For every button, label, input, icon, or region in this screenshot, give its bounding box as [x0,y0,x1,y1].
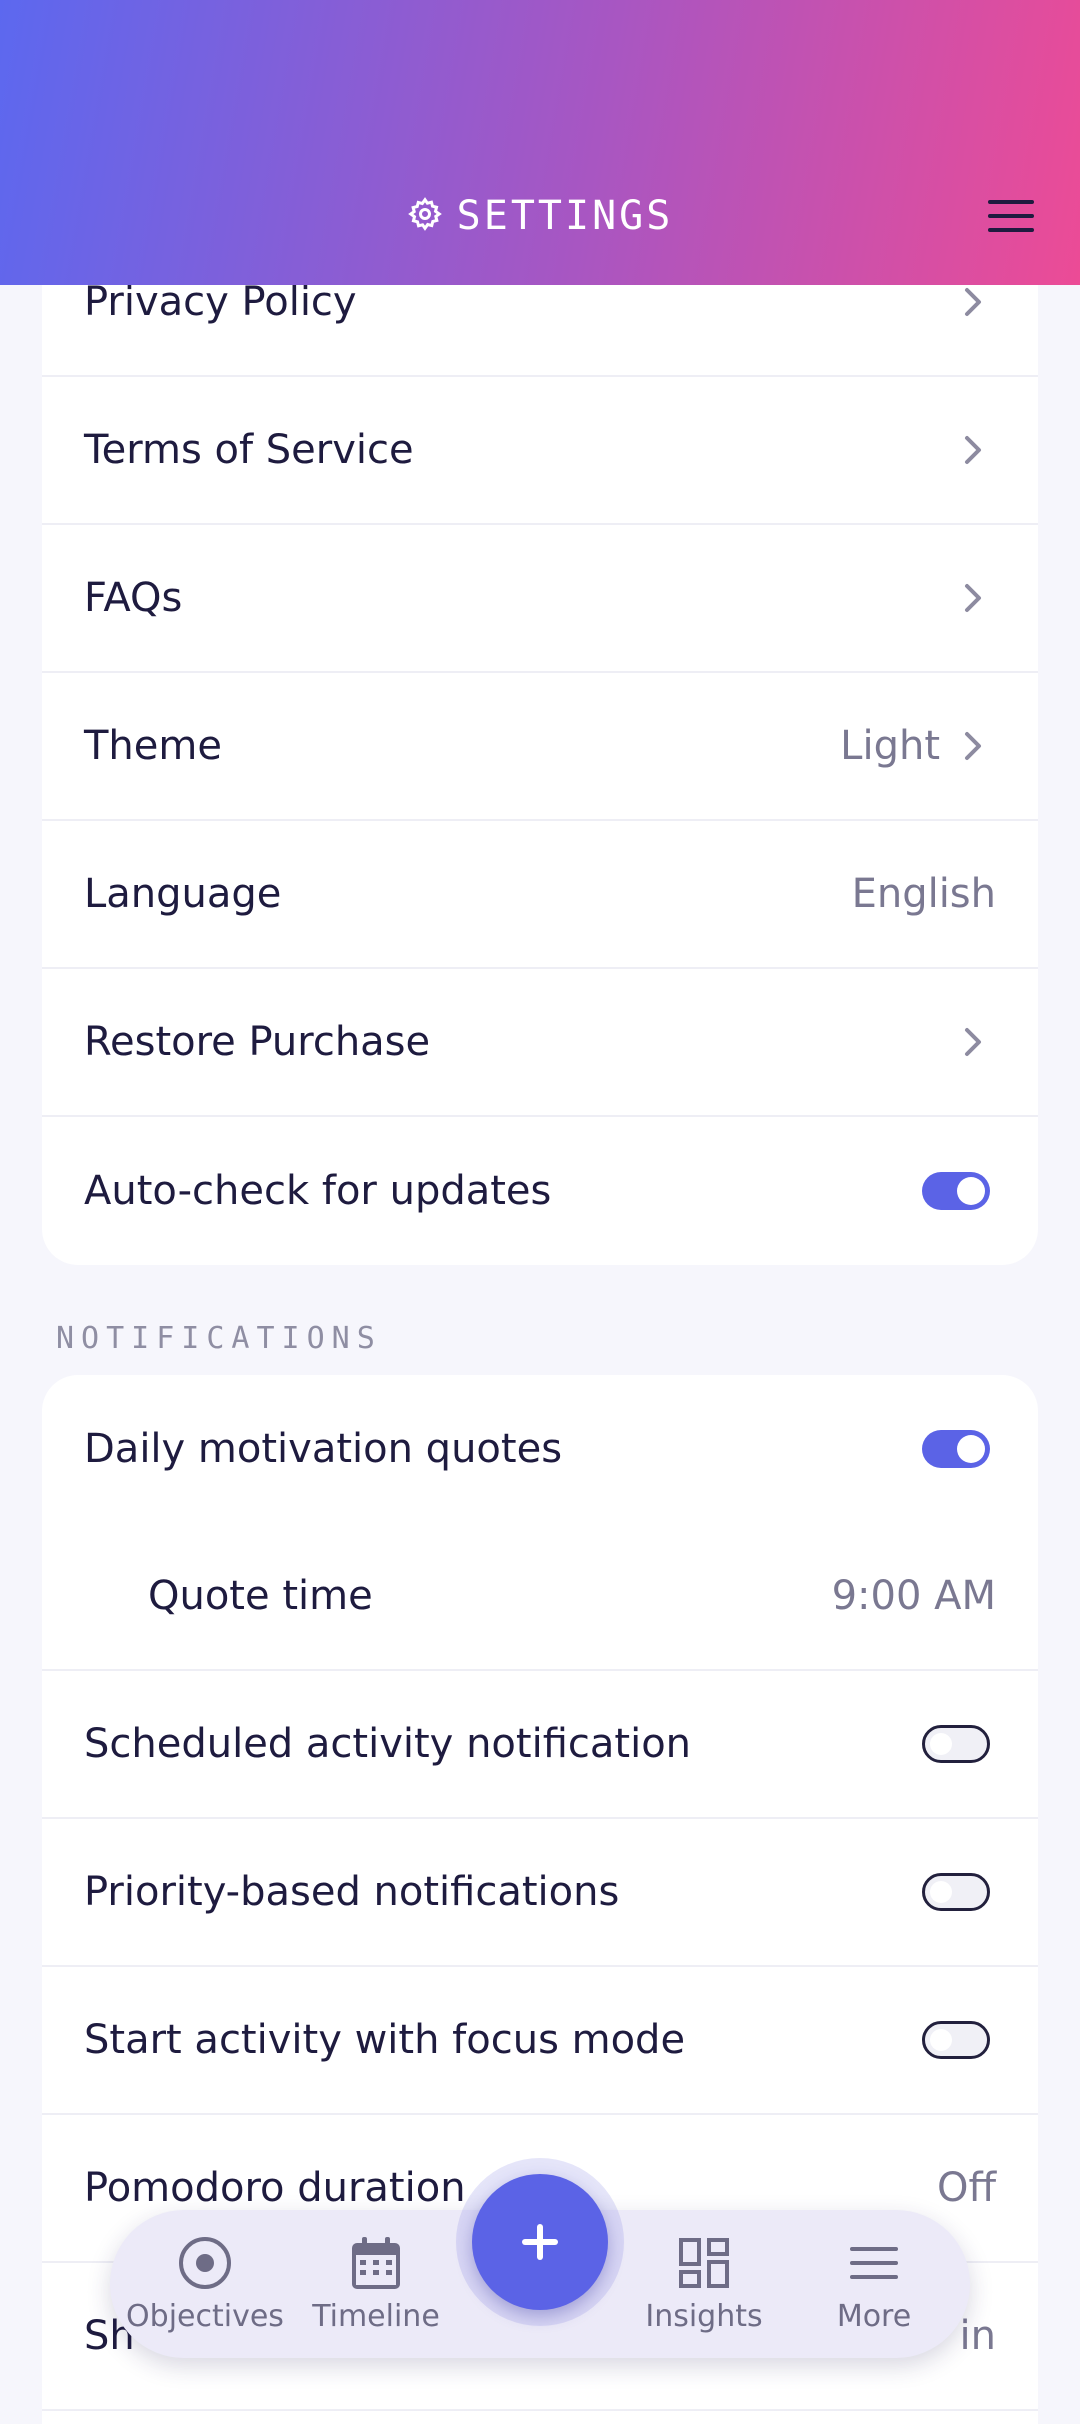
chevron-right-icon [958,726,988,766]
row-label: Restore Purchase [84,1019,431,1065]
faqs-row[interactable]: FAQs [42,525,1038,673]
chevron-right-icon [958,1022,988,1062]
dashboard-icon [679,2237,729,2288]
row-label: Privacy Policy [84,285,357,325]
auto-check-updates-toggle[interactable] [922,1172,990,1210]
notifications-section-title: NOTIFICATIONS [56,1321,382,1356]
restore-purchase-row[interactable]: Restore Purchase [42,969,1038,1117]
nav-objectives[interactable]: Objectives [125,2210,285,2358]
nav-label: More [836,2298,912,2334]
hamburger-menu-button[interactable] [986,196,1036,236]
priority-notifications-row: Priority-based notifications [42,1819,1038,1967]
page-title: SETTINGS [456,193,674,239]
nav-more[interactable]: More [794,2210,954,2358]
chevron-right-icon [958,430,988,470]
app-header: SETTINGS [0,0,1080,285]
gear-icon [407,196,443,236]
plus-icon [522,2224,558,2260]
row-label: Priority-based notifications [84,1869,620,1915]
quote-time-row[interactable]: Quote time 9:00 AM [42,1523,1038,1671]
nav-insights[interactable]: Insights [624,2210,784,2358]
row-label: Theme [84,723,222,769]
scheduled-activity-toggle[interactable] [922,1725,990,1763]
scheduled-activity-row: Scheduled activity notification [42,1671,1038,1819]
nav-label: Insights [645,2298,763,2334]
chevron-right-icon [958,285,988,322]
daily-quotes-row: Daily motivation quotes [42,1375,1038,1523]
privacy-policy-row[interactable]: Privacy Policy [42,285,1038,377]
calendar-icon [352,2236,400,2289]
auto-check-updates-row: Auto-check for updates [42,1117,1038,1265]
row-label: Scheduled activity notification [84,1721,692,1767]
nav-label: Timeline [312,2298,440,2334]
general-settings-card: Privacy Policy Terms of Service FAQs The… [42,285,1038,1265]
add-button[interactable] [472,2174,608,2310]
row-label: Daily motivation quotes [84,1426,563,1472]
nav-label: Objectives [126,2298,284,2334]
row-label: FAQs [84,575,183,621]
row-label: Language [84,871,282,917]
settings-scroll-area[interactable]: Privacy Policy Terms of Service FAQs The… [0,285,1080,2424]
daily-quotes-toggle[interactable] [922,1430,990,1468]
language-row[interactable]: Language English [42,821,1038,969]
target-icon [179,2236,231,2289]
row-label: Auto-check for updates [84,1168,552,1214]
terms-of-service-row[interactable]: Terms of Service [42,377,1038,525]
focus-mode-toggle[interactable] [922,2021,990,2059]
quote-time-value: 9:00 AM [831,1573,996,1619]
nav-timeline[interactable]: Timeline [296,2210,456,2358]
row-label: Quote time [148,1573,373,1619]
menu-icon [988,200,1034,232]
language-value: English [851,871,996,917]
row-value: in [959,2313,996,2359]
theme-row[interactable]: Theme Light [42,673,1038,821]
pomodoro-duration-value: Off [936,2165,996,2211]
priority-notifications-toggle[interactable] [922,1873,990,1911]
header-title: SETTINGS [0,188,1080,244]
row-label: Terms of Service [84,427,414,473]
row-label: Start activity with focus mode [84,2017,686,2063]
focus-mode-row: Start activity with focus mode [42,1967,1038,2115]
chevron-right-icon [958,578,988,618]
menu-icon [850,2246,898,2279]
theme-value: Light [840,723,940,769]
